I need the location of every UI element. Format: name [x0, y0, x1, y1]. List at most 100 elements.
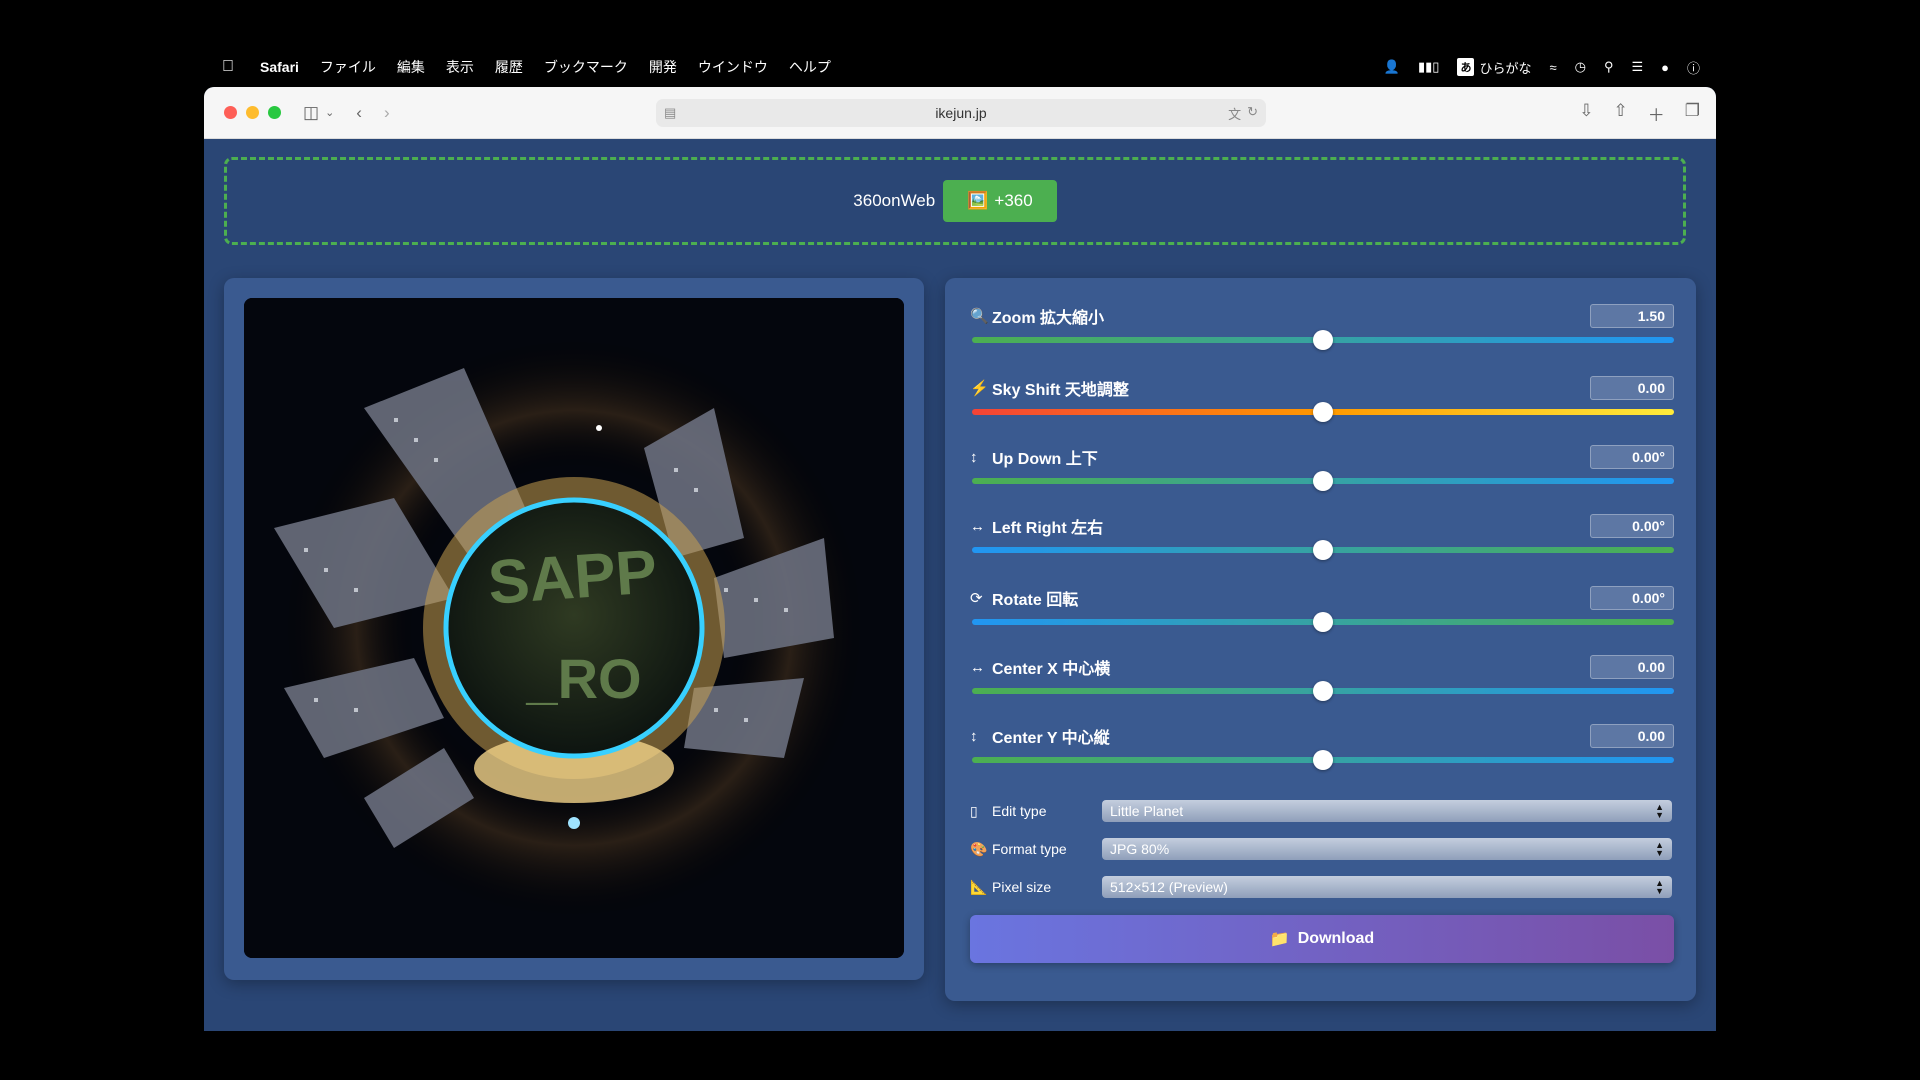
page-menu-icon[interactable]: ▤ [664, 105, 676, 121]
menu-file[interactable]: ファイル [320, 57, 376, 77]
center-x-slider-row: ↔ Center X 中心横 0.00 [970, 654, 1674, 710]
format-type-row: 🎨 Format type JPG 80% ▲ ▼ [970, 836, 1674, 862]
toolbar-right-actions: ⇩ ⇧ ＋ ❐ [1579, 101, 1700, 126]
apple-icon[interactable]:  [222, 58, 242, 76]
tab-overview-icon[interactable]: ❐ [1685, 101, 1700, 126]
minimize-window-button[interactable] [246, 106, 259, 119]
pixel-size-select[interactable]: 512×512 (Preview) ▲ ▼ [1102, 876, 1672, 898]
rotate-value[interactable]: 0.00° [1590, 586, 1674, 610]
new-tab-icon[interactable]: ＋ [1648, 101, 1665, 126]
left-right-slider-thumb[interactable] [1313, 540, 1333, 560]
url-text: ikejun.jp [935, 105, 987, 121]
sky-shift-slider-row: ⚡ Sky Shift 天地調整 0.00 [970, 375, 1674, 431]
fullscreen-window-button[interactable] [268, 106, 281, 119]
image-icon: 🖼️ [967, 191, 989, 210]
zoom-value[interactable]: 1.50 [1590, 304, 1674, 328]
center-y-value[interactable]: 0.00 [1590, 724, 1674, 748]
ground-text-bottom: _RO [525, 647, 641, 710]
time-machine-icon[interactable]: ◷ [1575, 59, 1586, 75]
up-down-icon: ↕ [970, 448, 978, 466]
zoom-icon: 🔍 [970, 308, 989, 325]
format-type-label: Format type [992, 841, 1067, 857]
zoom-slider-row: 🔍 Zoom 拡大縮小 1.50 [970, 303, 1674, 359]
info-icon[interactable]: ⓘ [1687, 58, 1700, 77]
menu-app-name[interactable]: Safari [260, 59, 299, 75]
battery-icon[interactable]: ▮▮▯ [1418, 59, 1439, 75]
sky-shift-slider-thumb[interactable] [1313, 402, 1333, 422]
menu-bar:  Safari ファイル 編集 表示 履歴 ブックマーク 開発 ウインドウ ヘ… [204, 52, 1716, 82]
select-arrows-icon: ▲ ▼ [1655, 802, 1664, 820]
rotate-slider-thumb[interactable] [1313, 612, 1333, 632]
input-method-label: ひらがな [1479, 60, 1532, 76]
left-right-slider-row: ↔ Left Right 左右 0.00° [970, 513, 1674, 569]
sidebar-toggle-icon[interactable]: ◫ [303, 103, 319, 123]
download-button-label: Download [1297, 930, 1375, 947]
address-bar[interactable]: ▤ ikejun.jp 文 ↻ [656, 99, 1266, 127]
center-y-label: Center Y 中心縦 [992, 730, 1110, 747]
menu-window[interactable]: ウインドウ [698, 57, 768, 77]
rotate-icon: ⟳ [970, 590, 983, 607]
menu-history[interactable]: 履歴 [495, 57, 523, 77]
center-y-slider-row: ↕ Center Y 中心縦 0.00 [970, 723, 1674, 779]
app-name-label: 360onWeb [853, 191, 936, 210]
menu-bookmarks[interactable]: ブックマーク [544, 57, 628, 77]
menu-develop[interactable]: 開発 [649, 57, 677, 77]
zoom-slider-thumb[interactable] [1313, 330, 1333, 350]
wifi-icon[interactable]: ≈ [1549, 60, 1556, 75]
chevron-down-icon[interactable]: ⌄ [325, 106, 334, 119]
spotlight-search-icon[interactable]: ⚲ [1604, 59, 1614, 75]
format-type-select[interactable]: JPG 80% ▲ ▼ [1102, 838, 1672, 860]
format-type-value: JPG 80% [1110, 841, 1170, 857]
menu-edit[interactable]: 編集 [397, 57, 425, 77]
center-x-value[interactable]: 0.00 [1590, 655, 1674, 679]
preview-panel: SAPP _RO [224, 278, 924, 980]
menu-help[interactable]: ヘルプ [789, 57, 831, 77]
center-x-slider-thumb[interactable] [1313, 681, 1333, 701]
menu-bar-status: 👤 ▮▮▯ あ ひらがな ≈ ◷ ⚲ ☰ ● ⓘ [1384, 58, 1700, 77]
sky-shift-header: ⚡ Sky Shift 天地調整 0.00 [970, 375, 1674, 401]
download-button[interactable]: 📁 Download [970, 915, 1674, 963]
center-x-icon: ↔ [970, 658, 985, 676]
center-x-label: Center X 中心横 [992, 661, 1111, 678]
forward-icon[interactable]: › [384, 103, 390, 123]
center-y-slider-thumb[interactable] [1313, 750, 1333, 770]
browser-window: ◫ ⌄ ‹ › ▤ ikejun.jp 文 ↻ ⇩ ⇧ ＋ ❐ 360onWeb… [204, 87, 1716, 1031]
add-360-button-label: +360 [994, 191, 1033, 210]
input-method-indicator[interactable]: あ ひらがな [1457, 58, 1531, 77]
up-down-value[interactable]: 0.00° [1590, 445, 1674, 469]
up-down-slider-row: ↕ Up Down 上下 0.00° [970, 444, 1674, 500]
user-icon[interactable]: 👤 [1384, 59, 1400, 75]
sky-shift-value[interactable]: 0.00 [1590, 376, 1674, 400]
back-icon[interactable]: ‹ [356, 103, 362, 123]
center-y-header: ↕ Center Y 中心縦 0.00 [970, 723, 1674, 749]
sky-shift-icon: ⚡ [970, 380, 989, 397]
downloads-icon[interactable]: ⇩ [1579, 101, 1593, 126]
translate-icon[interactable]: 文 [1228, 104, 1241, 123]
add-360-button[interactable]: 🖼️ +360 [943, 180, 1057, 222]
center-x-header: ↔ Center X 中心横 0.00 [970, 654, 1674, 680]
close-window-button[interactable] [224, 106, 237, 119]
up-down-slider-thumb[interactable] [1313, 471, 1333, 491]
window-controls [224, 106, 281, 119]
control-center-icon[interactable]: ☰ [1631, 59, 1643, 75]
sky-shift-label: Sky Shift 天地調整 [992, 382, 1129, 399]
ground-text-top: SAPP [486, 537, 659, 618]
pixel-size-row: 📐 Pixel size 512×512 (Preview) ▲ ▼ [970, 874, 1674, 900]
reload-icon[interactable]: ↻ [1247, 104, 1258, 123]
address-bar-actions: 文 ↻ [1228, 104, 1258, 123]
share-icon[interactable]: ⇧ [1614, 101, 1628, 126]
preview-image: SAPP _RO [244, 298, 904, 958]
left-right-value[interactable]: 0.00° [1590, 514, 1674, 538]
select-arrows-icon: ▲ ▼ [1655, 840, 1664, 858]
left-right-icon: ↔ [970, 517, 985, 535]
upload-drop-zone[interactable]: 360onWeb 🖼️ +360 [224, 157, 1686, 245]
select-arrows-icon: ▲ ▼ [1655, 878, 1664, 896]
zoom-header: 🔍 Zoom 拡大縮小 1.50 [970, 303, 1674, 329]
siri-icon[interactable]: ● [1661, 60, 1669, 75]
pixel-size-label: Pixel size [992, 879, 1052, 895]
little-planet-preview[interactable]: SAPP _RO [244, 298, 904, 958]
edit-type-icon: ▯ [970, 802, 978, 819]
rotate-header: ⟳ Rotate 回転 0.00° [970, 585, 1674, 611]
menu-view[interactable]: 表示 [446, 57, 474, 77]
edit-type-select[interactable]: Little Planet ▲ ▼ [1102, 800, 1672, 822]
